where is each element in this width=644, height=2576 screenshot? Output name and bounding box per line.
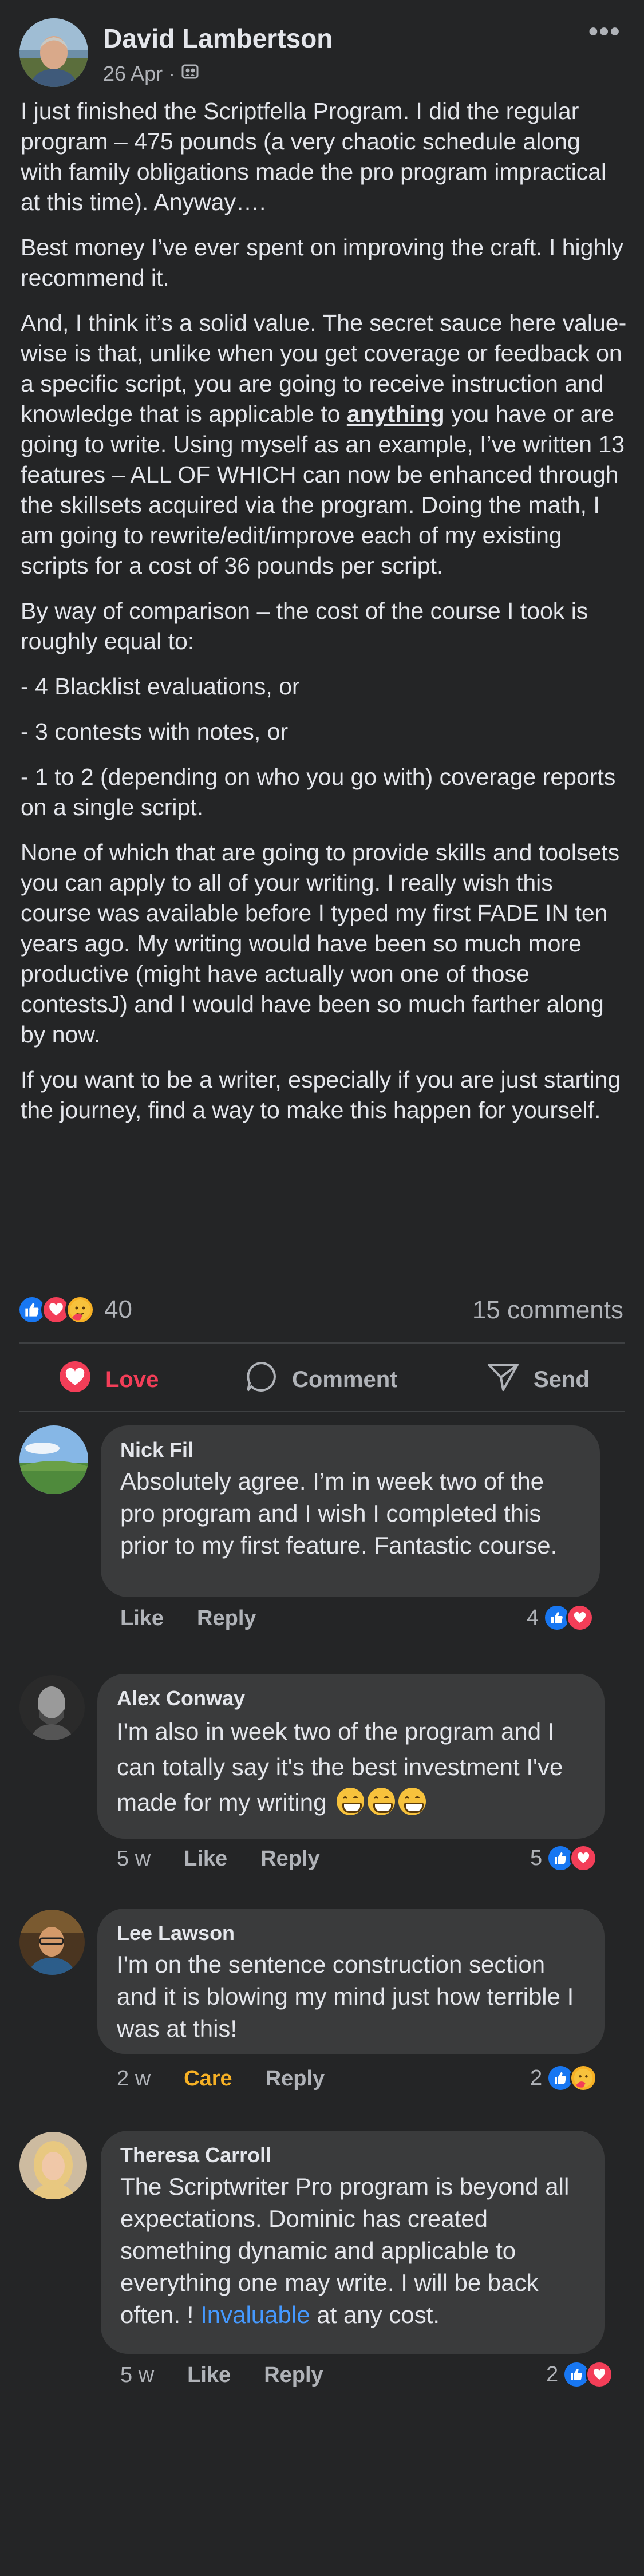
post-paragraph: Best money I’ve ever spent on improving … <box>21 234 623 291</box>
commenter-name[interactable]: Lee Lawson <box>117 1921 585 1945</box>
comment-bubble[interactable]: Theresa Carroll The Scriptwriter Pro pro… <box>101 2131 605 2354</box>
comment-bubble[interactable]: Nick Fil Absolutely agree. I’m in week t… <box>101 1425 600 1597</box>
friends-icon <box>181 62 199 86</box>
care-reaction-icon <box>570 2064 598 2092</box>
author-name[interactable]: David Lambertson <box>103 23 333 54</box>
more-options-icon[interactable]: ••• <box>588 16 621 48</box>
divider <box>19 1411 625 1412</box>
love-label: Love <box>105 1366 159 1392</box>
commenter-name[interactable]: Alex Conway <box>117 1686 585 1710</box>
comment-reaction-count: 5 <box>530 1846 543 1870</box>
love-reaction-icon <box>570 1844 598 1872</box>
comment-text: I'm on the sentence construction section… <box>117 1951 574 2042</box>
comment-reactions[interactable]: 4 <box>527 1604 594 1631</box>
post-paragraph: - 3 contests with notes, or <box>21 718 289 745</box>
post-paragraph: And, I think it’s a solid value. The sec… <box>21 308 627 581</box>
comment-time[interactable]: 5 w <box>117 1847 151 1871</box>
author-avatar[interactable] <box>19 18 88 87</box>
like-comment-button[interactable]: Like <box>120 1606 164 1631</box>
reply-button[interactable]: Reply <box>266 2067 325 2091</box>
meta-separator: · <box>168 62 176 85</box>
comment-actions: 5 w Like Reply <box>120 2363 323 2388</box>
comment-reaction-count: 2 <box>530 2065 543 2090</box>
post-body: I just finished the Scriptfella Program.… <box>21 96 627 1140</box>
comment-button[interactable]: Comment <box>245 1360 397 1399</box>
like-comment-button[interactable]: Like <box>184 1847 227 1871</box>
love-reaction-icon <box>586 2361 614 2388</box>
send-button[interactable]: Send <box>487 1360 590 1399</box>
care-comment-button[interactable]: Care <box>184 2067 232 2091</box>
grimacing-face-icon <box>398 1788 426 1815</box>
commenter-avatar[interactable] <box>19 2132 87 2199</box>
comment-bubble[interactable]: Lee Lawson I'm on the sentence construct… <box>97 1909 605 2054</box>
divider <box>19 1342 625 1344</box>
comment-reactions[interactable]: 5 <box>530 1844 598 1872</box>
comment-text-body: at any cost. <box>310 2301 440 2328</box>
comment-text: Absolutely agree. I’m in week two of the… <box>120 1468 558 1559</box>
comment-text: The Scriptwriter Pro program is beyond a… <box>120 2171 585 2331</box>
love-reaction-icon <box>566 1604 594 1631</box>
commenter-avatar[interactable] <box>19 1425 88 1494</box>
comment-reaction-count: 4 <box>527 1605 539 1630</box>
commenter-avatar[interactable] <box>19 1675 85 1740</box>
post-date[interactable]: 26 Apr <box>103 62 163 86</box>
send-icon <box>487 1360 520 1399</box>
love-button[interactable]: Love <box>58 1360 159 1399</box>
post-emphasis: anything <box>346 401 445 427</box>
comment-actions: 2 w Care Reply <box>117 2067 325 2091</box>
comment-time[interactable]: 5 w <box>120 2363 154 2388</box>
comment-reactions[interactable]: 2 <box>530 2064 598 2092</box>
reply-button[interactable]: Reply <box>197 1606 256 1631</box>
care-reaction-icon <box>65 1295 95 1325</box>
commenter-avatar[interactable] <box>19 1910 85 1975</box>
comment-bubble[interactable]: Alex Conway I'm also in week two of the … <box>97 1674 605 1839</box>
post-paragraph: I just finished the Scriptfella Program.… <box>21 98 607 215</box>
comment-actions: 5 w Like Reply <box>117 1847 320 1871</box>
post-paragraph: None of which that are going to provide … <box>21 839 620 1048</box>
post-paragraph: - 1 to 2 (depending on who you go with) … <box>21 764 616 820</box>
post-paragraph: If you want to be a writer, especially i… <box>21 1066 621 1123</box>
commenter-name[interactable]: Nick Fil <box>120 1438 580 1462</box>
commenter-name[interactable]: Theresa Carroll <box>120 2143 585 2167</box>
post-paragraph: - 4 Blacklist evaluations, or <box>21 673 300 700</box>
comment-actions: Like Reply <box>120 1606 256 1631</box>
grimacing-face-icon <box>368 1788 396 1815</box>
reaction-count: 40 <box>104 1295 132 1323</box>
comment-count[interactable]: 15 comments <box>472 1296 623 1325</box>
comment-reaction-count: 2 <box>546 2362 559 2387</box>
post-paragraph: By way of comparison – the cost of the c… <box>21 598 588 654</box>
reaction-summary[interactable]: 40 <box>17 1295 132 1325</box>
send-label: Send <box>534 1366 590 1392</box>
comment-link[interactable]: Invaluable <box>200 2301 310 2328</box>
reply-button[interactable]: Reply <box>264 2363 323 2388</box>
comment-icon <box>245 1360 278 1399</box>
comment-text: I'm also in week two of the program and … <box>117 1714 585 1820</box>
comment-reactions[interactable]: 2 <box>546 2361 614 2388</box>
love-icon <box>58 1360 92 1399</box>
comment-time[interactable]: 2 w <box>117 2067 151 2091</box>
reply-button[interactable]: Reply <box>260 1847 319 1871</box>
post-text: you have or are going to write. Using my… <box>21 401 625 579</box>
comment-label: Comment <box>292 1366 398 1392</box>
post-meta: 26 Apr · <box>103 62 199 86</box>
like-comment-button[interactable]: Like <box>187 2363 231 2388</box>
grimacing-face-icon <box>337 1788 365 1815</box>
